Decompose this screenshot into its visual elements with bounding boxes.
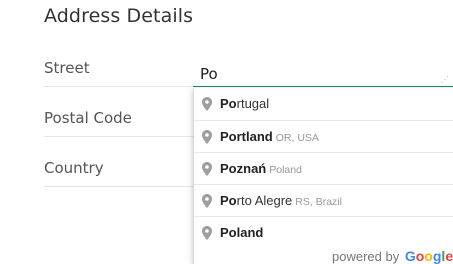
street-label: Street (44, 59, 90, 77)
powered-by-google: powered by Google (332, 248, 453, 264)
suggestion-main-text: rtugal (236, 96, 270, 111)
map-pin-icon (202, 97, 212, 111)
street-input[interactable] (193, 55, 453, 87)
divider (44, 186, 198, 187)
google-letter: e (445, 248, 453, 264)
suggestion-main-text: land (236, 225, 264, 240)
map-pin-icon (202, 194, 212, 208)
autocomplete-dropdown: Portugal Portland OR, USA Poznań Poland Po… (193, 88, 453, 264)
suggestion-secondary-text: Poland (269, 164, 302, 176)
suggestion-match: Po (220, 96, 237, 111)
google-logo: Google (405, 248, 453, 264)
map-pin-icon (202, 226, 212, 240)
google-letter: o (415, 248, 425, 264)
suggestion-main-text: rtland (236, 129, 273, 144)
map-pin-icon (202, 162, 212, 176)
page-title: Address Details (44, 5, 194, 27)
suggestion-match: Po (220, 193, 237, 208)
suggestion-main-text: znań (236, 161, 267, 176)
suggestion-portugal[interactable]: Portugal (194, 88, 453, 120)
google-letter: G (404, 248, 416, 264)
suggestion-match: Po (220, 129, 237, 144)
suggestion-secondary-text: OR, USA (275, 132, 319, 144)
divider (44, 136, 198, 137)
attribution-prefix: powered by (332, 249, 400, 264)
country-label: Country (44, 159, 104, 177)
postal-code-label: Postal Code (44, 109, 132, 127)
map-pin-icon (202, 130, 212, 144)
suggestion-porto-alegre[interactable]: Porto Alegre RS, Brazil (194, 184, 453, 216)
resize-grip-icon[interactable]: ⋰ (441, 76, 449, 84)
suggestion-portland[interactable]: Portland OR, USA (194, 120, 453, 152)
divider (44, 86, 198, 87)
suggestion-poznan[interactable]: Poznań Poland (194, 152, 453, 184)
suggestion-match: Po (220, 161, 237, 176)
suggestion-poland[interactable]: Poland (194, 216, 453, 248)
google-letter: o (424, 248, 433, 264)
google-wordmark: Google (405, 248, 453, 264)
suggestion-match: Po (220, 225, 237, 240)
suggestion-main-text: rto Alegre (236, 193, 293, 208)
suggestion-secondary-text: RS, Brazil (295, 196, 342, 208)
